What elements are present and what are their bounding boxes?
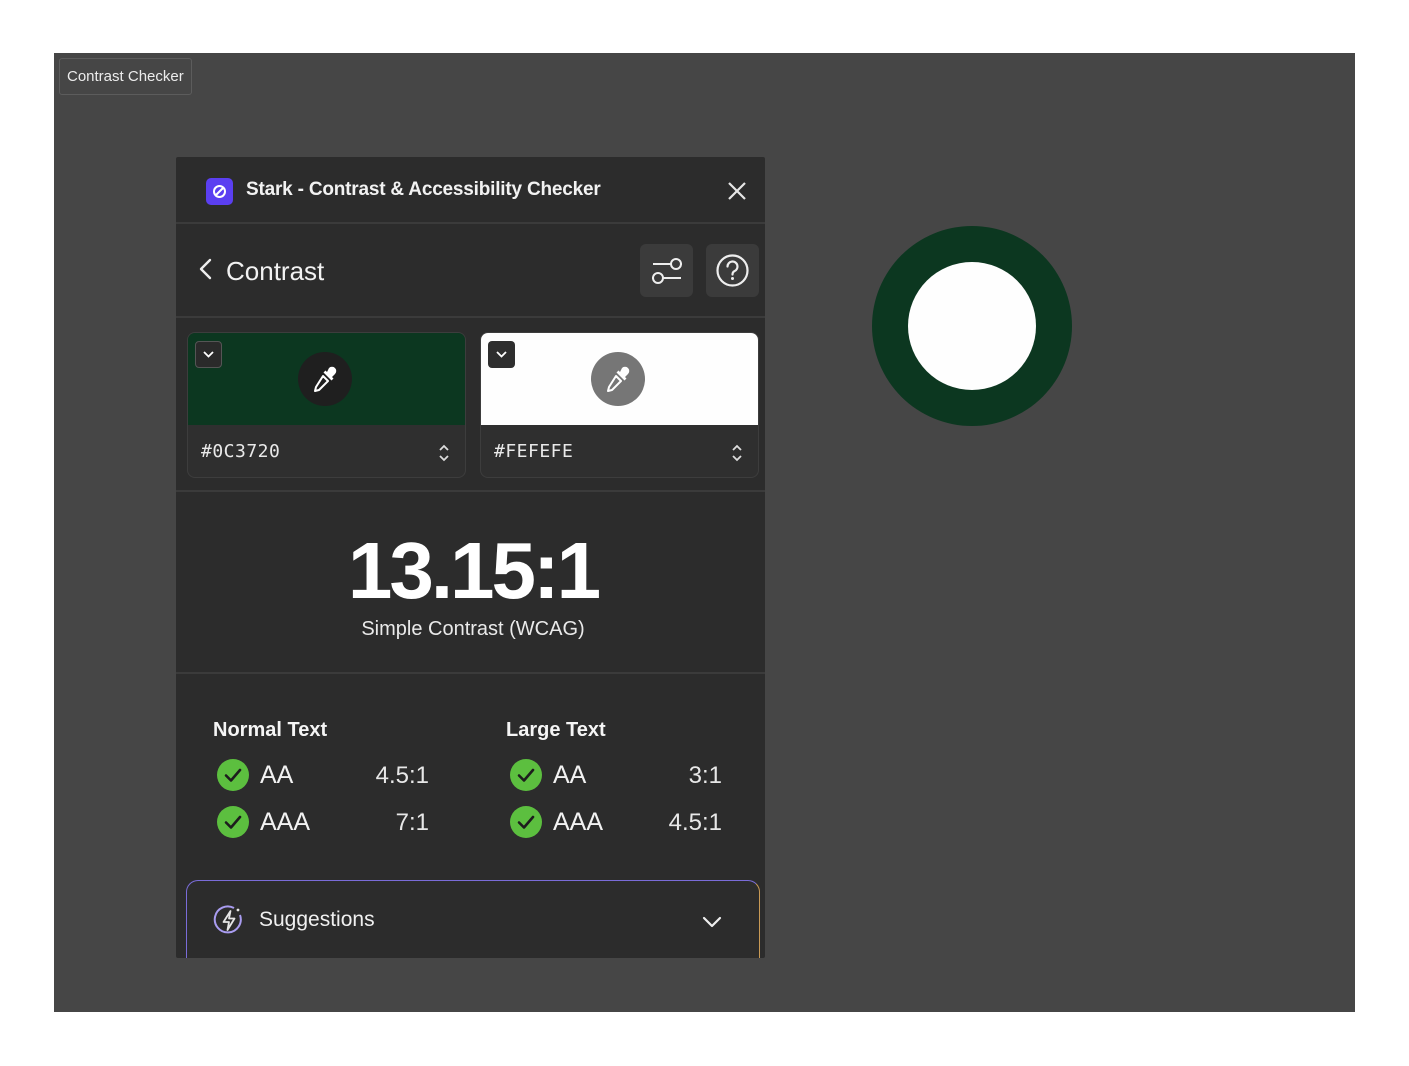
page-title: Contrast xyxy=(226,256,325,286)
foreground-swatch-card: #0C3720 xyxy=(187,332,466,478)
plugin-title: Stark - Contrast & Accessibility Checker xyxy=(246,179,601,200)
sliders-icon xyxy=(652,258,682,284)
large-aa-requirement: 3:1 xyxy=(688,762,722,789)
contrast-header: Contrast xyxy=(176,224,765,318)
large-aa-label: AA xyxy=(553,761,587,789)
suggestions-label: Suggestions xyxy=(259,908,375,931)
lightning-circle-icon xyxy=(213,905,242,934)
background-stepper-icon[interactable] xyxy=(730,442,744,464)
check-circle-icon xyxy=(217,759,249,791)
background-hex-value[interactable]: #FEFEFE xyxy=(494,441,573,462)
help-circle-icon xyxy=(716,254,749,287)
foreground-dropdown-toggle[interactable] xyxy=(195,341,222,368)
foreground-hex-value[interactable]: #0C3720 xyxy=(201,441,280,462)
check-circle-icon xyxy=(217,806,249,838)
chevron-down-icon[interactable] xyxy=(699,909,725,935)
large-text-heading: Large Text xyxy=(506,719,606,741)
normal-aa-label: AA xyxy=(260,761,294,789)
foreground-stepper-icon[interactable] xyxy=(437,442,451,464)
divider xyxy=(176,672,765,674)
suggestions-accordion[interactable]: Suggestions xyxy=(186,880,760,958)
normal-text-heading: Normal Text xyxy=(213,719,328,741)
plugin-titlebar: Stark - Contrast & Accessibility Checker xyxy=(176,157,765,224)
background-eyedropper-button[interactable] xyxy=(591,352,645,406)
chevron-left-icon[interactable] xyxy=(196,256,216,284)
settings-button[interactable] xyxy=(640,244,693,297)
check-circle-icon xyxy=(510,806,542,838)
close-icon[interactable] xyxy=(724,178,750,204)
normal-aa-requirement: 4.5:1 xyxy=(375,762,429,789)
contrast-ratio: 13.15:1 xyxy=(347,526,601,615)
background-swatch-card: #FEFEFE xyxy=(480,332,759,478)
large-aaa-requirement: 4.5:1 xyxy=(668,809,722,836)
eyedropper-icon xyxy=(607,366,630,392)
background-dropdown-toggle[interactable] xyxy=(488,341,515,368)
preview-ring-shape[interactable] xyxy=(872,226,1072,426)
preview-center-circle[interactable] xyxy=(908,262,1036,390)
eyedropper-icon xyxy=(314,366,337,392)
chevron-down-icon xyxy=(496,351,507,358)
stark-plugin-panel: Stark - Contrast & Accessibility Checker… xyxy=(176,157,765,958)
foreground-eyedropper-button[interactable] xyxy=(298,352,352,406)
normal-aaa-label: AAA xyxy=(260,808,311,836)
contrast-method-label: Simple Contrast (WCAG) xyxy=(361,618,585,640)
frame-label[interactable]: Contrast Checker xyxy=(59,58,192,95)
check-circle-icon xyxy=(510,759,542,791)
normal-aaa-requirement: 7:1 xyxy=(395,809,429,836)
help-button[interactable] xyxy=(706,244,759,297)
design-canvas[interactable]: Contrast Checker Stark - Contrast & Acce… xyxy=(54,53,1355,1012)
divider xyxy=(176,490,765,492)
chevron-down-icon xyxy=(203,351,214,358)
stark-logo-icon xyxy=(206,178,233,205)
large-aaa-label: AAA xyxy=(553,808,604,836)
